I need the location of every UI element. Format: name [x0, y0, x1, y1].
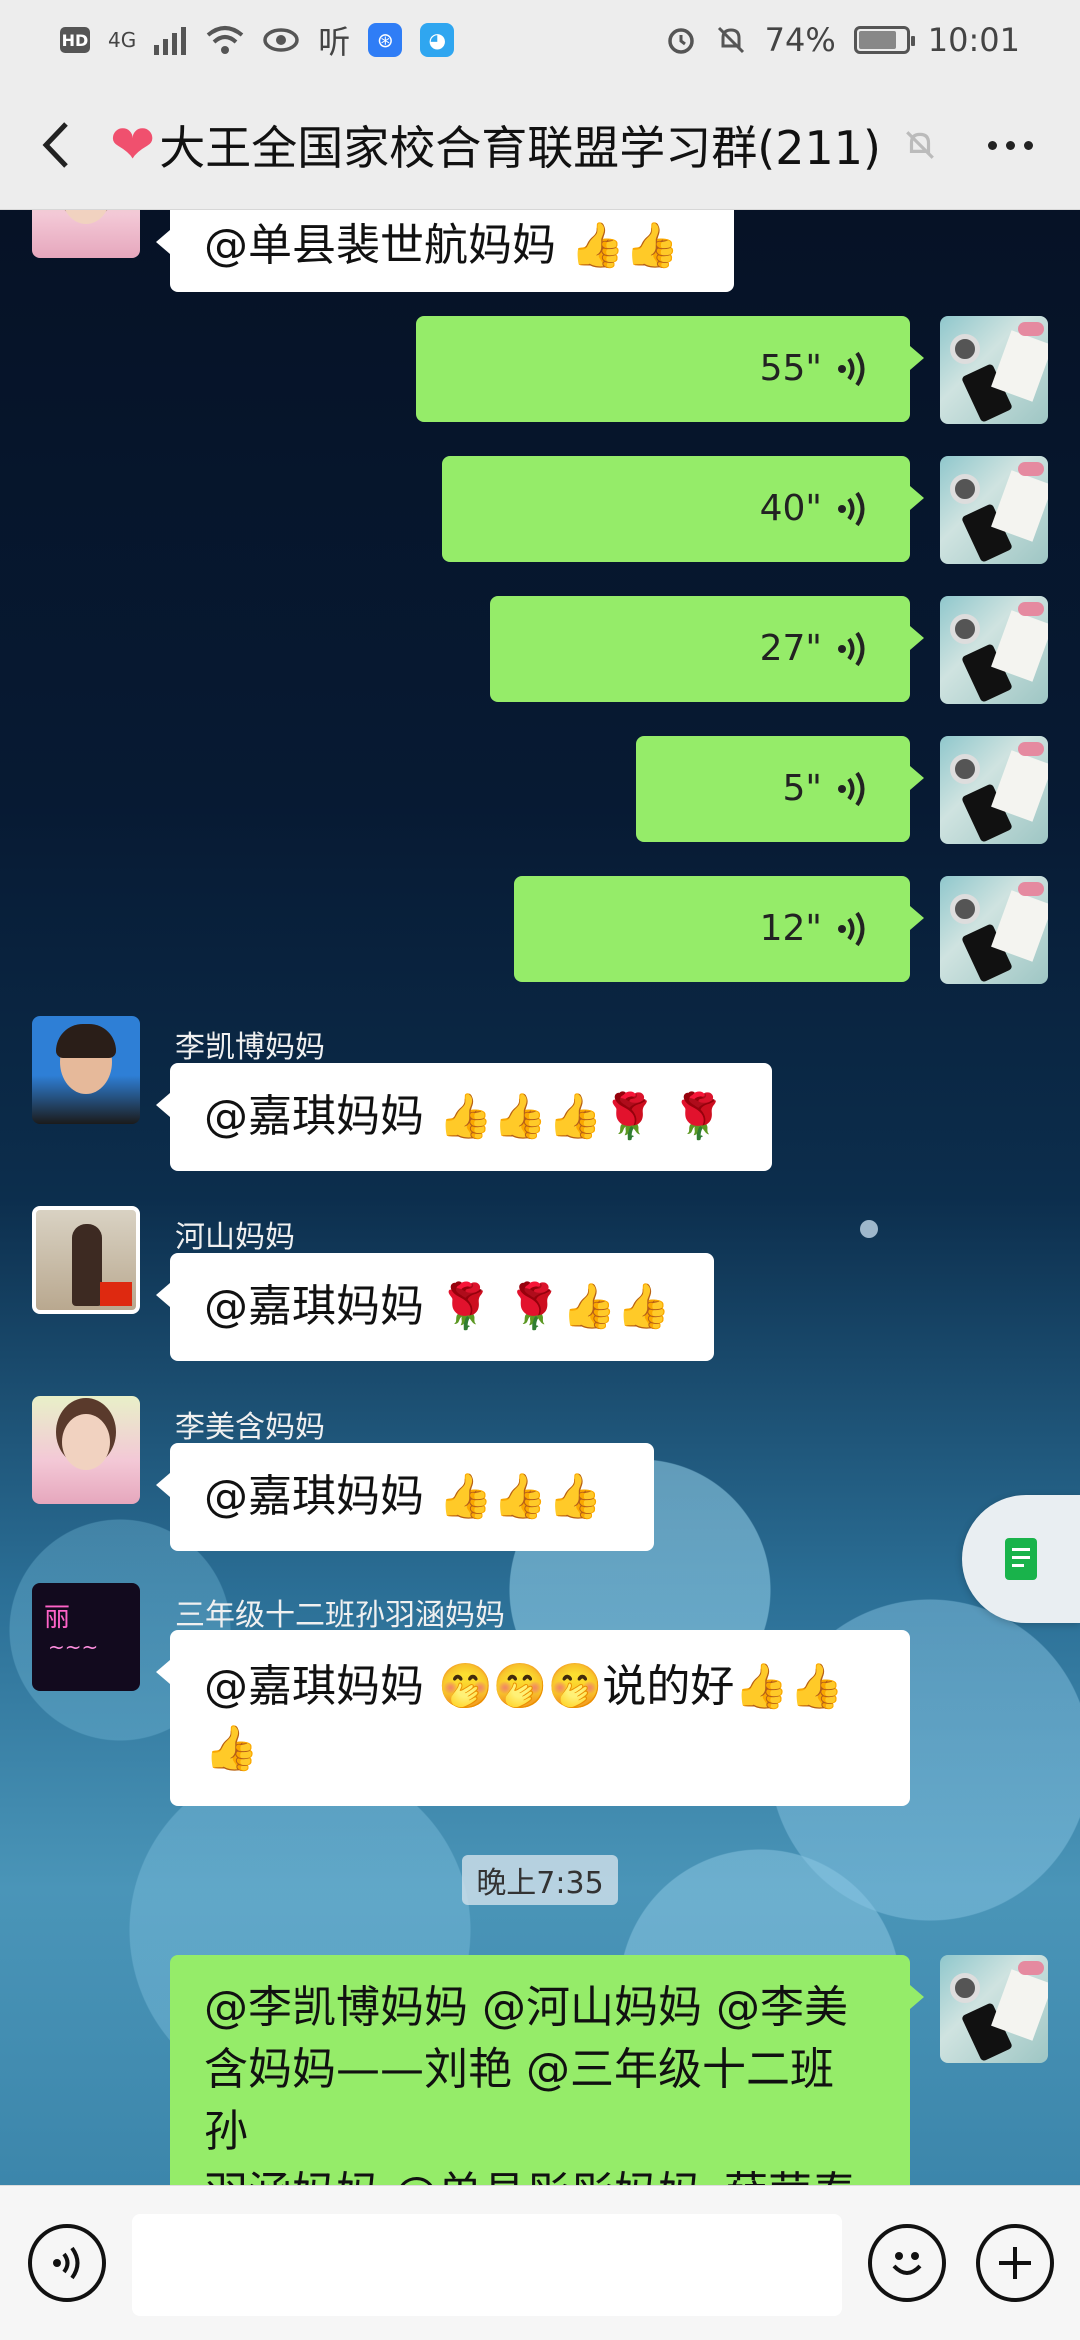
group-name: 大王全国家校合育联盟学习群(211)	[159, 120, 881, 175]
sender-name: 河山妈妈	[175, 1220, 295, 1255]
message-list[interactable]: @单县裴世航妈妈 👍👍 55" 40" 27" 5" 12" 李凯博妈妈 @嘉琪…	[0, 210, 1080, 2185]
sender-name: 李凯博妈妈	[175, 1030, 325, 1065]
message-bubble[interactable]: @嘉琪妈妈 👍👍👍	[156, 1443, 654, 1551]
message-bubble[interactable]: @李凯博妈妈 @河山妈妈 @李美 含妈妈——刘艳 @三年级十二班孙 羽涵妈妈 @…	[170, 1955, 924, 2185]
sender-avatar[interactable]	[32, 1206, 140, 1314]
voice-message[interactable]: 5"	[636, 736, 924, 842]
chevron-left-icon	[42, 121, 68, 168]
hd-icon: HD	[60, 27, 90, 53]
message-bubble[interactable]: @嘉琪妈妈 🌹 🌹👍👍	[156, 1253, 714, 1361]
smiley-icon	[892, 2252, 922, 2275]
message-text-line: @嘉琪妈妈 🤭🤭🤭说的好👍👍	[204, 1661, 844, 1712]
eye-icon	[263, 28, 299, 52]
message-bubble[interactable]: @单县裴世航妈妈 👍👍	[156, 210, 734, 292]
add-more-button[interactable]	[976, 2224, 1054, 2302]
battery-icon	[853, 26, 915, 54]
voice-duration: 55"	[759, 348, 822, 389]
time-divider: 晚上7:35	[462, 1855, 618, 1905]
my-avatar[interactable]	[940, 596, 1048, 704]
voice-wave-icon	[836, 629, 870, 669]
my-avatar[interactable]	[940, 876, 1048, 984]
voice-duration: 27"	[759, 628, 822, 669]
status-bar: HD 4G 听 ⊛ ◕ 74% 10:01	[0, 0, 1080, 80]
voice-message[interactable]: 27"	[490, 596, 924, 702]
heart-icon: ❤	[110, 113, 156, 176]
emoji-button[interactable]	[868, 2224, 946, 2302]
app-notification-icon: ⊛	[368, 23, 403, 57]
chat-title: ❤ 大王全国家校合育联盟学习群(211)	[110, 112, 937, 178]
voice-message[interactable]: 12"	[514, 876, 924, 982]
sender-name: 三年级十二班孙羽涵妈妈	[175, 1598, 505, 1633]
more-options-button[interactable]	[970, 80, 1050, 210]
mute-icon	[903, 128, 937, 162]
voice-icon	[53, 2246, 80, 2280]
my-avatar[interactable]	[940, 1955, 1048, 2063]
voice-duration: 40"	[759, 488, 822, 529]
voice-wave-icon	[836, 489, 870, 529]
my-avatar[interactable]	[940, 316, 1048, 424]
voice-input-button[interactable]	[28, 2224, 106, 2302]
voice-duration: 5"	[782, 768, 822, 809]
network-type: 4G	[108, 28, 137, 52]
floating-notes-button[interactable]	[962, 1495, 1080, 1623]
clock: 10:01	[927, 21, 1020, 59]
wifi-icon	[206, 26, 244, 54]
voice-message[interactable]: 40"	[442, 456, 924, 562]
sender-avatar[interactable]	[32, 210, 140, 258]
qq-icon: ◕	[420, 23, 455, 57]
message-bubble[interactable]: @嘉琪妈妈 🤭🤭🤭说的好👍👍 👍	[156, 1630, 910, 1806]
document-icon	[1005, 1538, 1037, 1580]
sender-avatar[interactable]	[32, 1396, 140, 1504]
input-bar	[0, 2185, 1080, 2340]
voice-wave-icon	[836, 769, 870, 809]
message-text-line: @李凯博妈妈 @河山妈妈 @李美	[204, 1982, 848, 2033]
sender-name: 李美含妈妈	[175, 1410, 325, 1445]
battery-percent: 74%	[764, 21, 836, 59]
message-text: @嘉琪妈妈 👍👍👍	[204, 1471, 603, 1522]
message-text-line: 👍	[204, 1723, 259, 1774]
message-bubble[interactable]: @嘉琪妈妈 👍👍👍🌹 🌹	[156, 1063, 772, 1171]
neon-scribble-icon: ~~~	[48, 1635, 99, 1659]
voice-wave-icon	[836, 909, 870, 949]
back-button[interactable]	[0, 80, 110, 210]
sender-avatar[interactable]: 丽 ~~~	[32, 1583, 140, 1691]
message-input[interactable]	[132, 2214, 842, 2316]
my-avatar[interactable]	[940, 736, 1048, 844]
my-avatar[interactable]	[940, 456, 1048, 564]
voice-duration: 12"	[759, 908, 822, 949]
plus-icon	[999, 2247, 1031, 2279]
voice-wave-icon	[836, 349, 870, 389]
notifications-off-icon	[717, 26, 744, 54]
sender-avatar[interactable]	[32, 1016, 140, 1124]
message-text: @嘉琪妈妈 👍👍👍🌹 🌹	[204, 1091, 726, 1142]
alarm-icon	[667, 28, 694, 54]
message-text-line: 含妈妈——刘艳 @三年级十二班孙	[204, 2044, 834, 2157]
message-text: @嘉琪妈妈 🌹 🌹👍👍	[204, 1281, 672, 1332]
voice-message[interactable]: 55"	[416, 316, 924, 422]
signal-icon	[154, 27, 187, 55]
message-text: @单县裴世航妈妈 👍👍	[204, 220, 680, 271]
message-text-line: 羽涵妈妈 @单县彤彤妈妈_薛荣春	[204, 2163, 856, 2185]
listen-icon: 听	[318, 23, 351, 61]
chat-header: ❤ 大王全国家校合育联盟学习群(211)	[0, 80, 1080, 210]
